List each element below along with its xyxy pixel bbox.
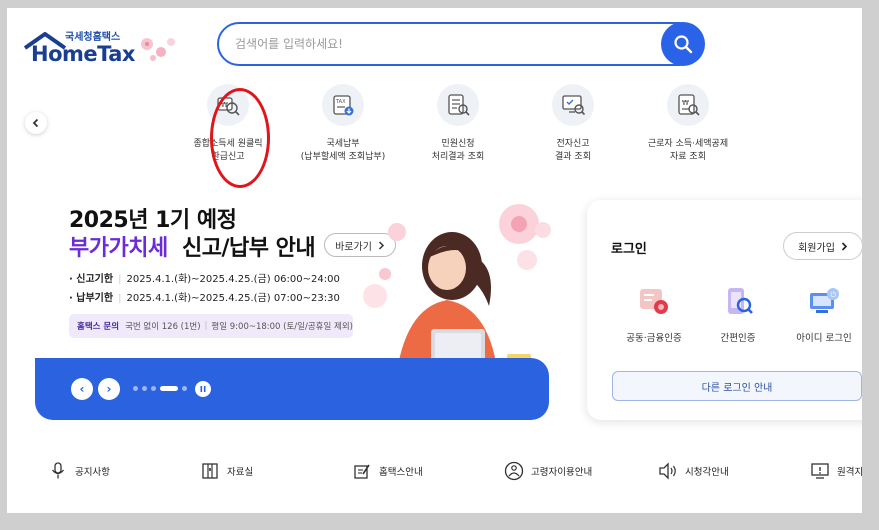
annotation-highlight-circle <box>210 88 270 188</box>
senior-icon <box>503 460 525 482</box>
chevron-right-icon <box>841 241 848 251</box>
contact-info: 홈택스 문의 국번 없이 126 (1번) | 평일 9:00~18:00 (토… <box>69 314 353 338</box>
payment-deadline-value: 2025.4.1.(화)~2025.4.25.(금) 07:00~23:30 <box>126 293 340 304</box>
electronic-filing-icon <box>552 84 594 126</box>
quick-menu-label: 국세납부 (납부할세액 조회납부) <box>300 139 386 162</box>
contact-title: 홈택스 문의 <box>77 322 120 332</box>
remote-icon <box>809 460 831 482</box>
chevron-right-icon: › <box>106 382 112 396</box>
logo-title: HomeTax <box>31 42 135 66</box>
bottom-menu-label: 원격지 <box>837 467 862 478</box>
search-icon <box>674 35 693 54</box>
archive-icon <box>199 460 221 482</box>
logo-subtitle: 국세청홈택스 <box>65 32 121 43</box>
quick-menu-item-efiling[interactable]: 전자신고 결과 조회 <box>518 84 628 164</box>
pagination-dot-active[interactable] <box>160 386 178 391</box>
bottom-menu-guide[interactable]: 홈택스안내 <box>351 460 423 482</box>
chevron-left-icon <box>32 118 39 128</box>
search-button[interactable] <box>661 22 705 66</box>
tax-payment-icon: TAX <box>322 84 364 126</box>
other-login-guide-button[interactable]: 다른 로그인 안내 <box>612 371 862 401</box>
search-box <box>217 22 701 66</box>
login-panel: 로그인 회원가입 공동·금융인증 간편인증 ⏻ 아이디 로그인 다른 로그인 안… <box>587 200 862 420</box>
payment-deadline-label: · 납부기한 <box>69 293 114 304</box>
certificate-icon <box>634 284 674 320</box>
id-login-icon: ⏻ <box>804 284 844 320</box>
bottom-menu-notice[interactable]: 공지사항 <box>47 460 110 482</box>
guide-icon <box>351 460 373 482</box>
mobile-auth-icon <box>718 284 758 320</box>
svg-text:⏻: ⏻ <box>831 291 837 299</box>
banner-title-highlight: 부가가치세 <box>69 236 168 261</box>
separator: | <box>118 293 122 304</box>
quick-menu-item-complaint[interactable]: 민원신청 처리결과 조회 <box>403 84 513 164</box>
separator: | <box>118 274 122 285</box>
bottom-menu-label: 공지사항 <box>75 467 110 478</box>
login-title: 로그인 <box>611 242 647 257</box>
other-login-label: 다른 로그인 안내 <box>701 382 773 394</box>
microphone-icon <box>47 460 69 482</box>
pagination-dot[interactable] <box>133 386 138 391</box>
bottom-menu-label: 고령자이용안내 <box>531 467 593 478</box>
login-option-label: 공동·금융인증 <box>626 333 682 344</box>
banner-pagination <box>133 386 187 391</box>
pagination-dot[interactable] <box>182 386 187 391</box>
filing-deadline-value: 2025.4.1.(화)~2025.4.25.(금) 06:00~24:00 <box>126 274 340 285</box>
speaker-icon <box>657 460 679 482</box>
bottom-menu-label: 홈택스안내 <box>379 467 423 478</box>
bottom-menu-label: 시청각안내 <box>685 467 729 478</box>
bottom-menu-accessibility[interactable]: 시청각안내 <box>657 460 729 482</box>
separator: | <box>204 321 208 331</box>
banner-title-rest: 신고/납부 안내 <box>182 236 316 261</box>
document-search-icon <box>437 84 479 126</box>
svg-text:₩: ₩ <box>682 99 689 107</box>
quick-menu-item-payment[interactable]: TAX 국세납부 (납부할세액 조회납부) <box>288 84 398 164</box>
bottom-menu-senior[interactable]: 고령자이용안내 <box>503 460 592 482</box>
quick-menu-item-deduction[interactable]: ₩ 근로자 소득·세액공제 자료 조회 <box>633 84 743 164</box>
hometax-page: 국세청홈택스 HomeTax ₩ 종합소득세 원클릭 환급신고 TA <box>7 8 862 513</box>
hometax-logo[interactable]: 국세청홈택스 HomeTax <box>23 28 183 72</box>
quick-menu-label: 전자신고 결과 조회 <box>555 139 591 162</box>
cherry-blossom-icon <box>141 38 175 61</box>
bottom-menu-label: 자료실 <box>227 467 254 478</box>
login-option-simple[interactable]: 간편인증 <box>693 284 783 344</box>
quick-menu-prev-button[interactable] <box>25 112 47 134</box>
pagination-dot[interactable] <box>142 386 147 391</box>
quick-menu-label: 민원신청 처리결과 조회 <box>431 139 485 162</box>
pagination-dot[interactable] <box>151 386 156 391</box>
bottom-menu-archive[interactable]: 자료실 <box>199 460 253 482</box>
banner-pause-button[interactable] <box>195 381 211 397</box>
chevron-left-icon: ‹ <box>79 382 85 396</box>
bottom-menu-remote[interactable]: 원격지 <box>809 460 862 482</box>
pause-icon <box>200 386 206 392</box>
login-option-certificate[interactable]: 공동·금융인증 <box>609 284 699 344</box>
login-option-id[interactable]: ⏻ 아이디 로그인 <box>779 284 862 344</box>
signup-button[interactable]: 회원가입 <box>783 232 862 260</box>
payment-deadline-row: · 납부기한 | 2025.4.1.(화)~2025.4.25.(금) 07:00~… <box>69 289 340 304</box>
banner-prev-button[interactable]: ‹ <box>71 378 93 400</box>
filing-deadline-row: · 신고기한 | 2025.4.1.(화)~2025.4.25.(금) 06:00~… <box>69 270 340 285</box>
deduction-data-icon: ₩ <box>667 84 709 126</box>
filing-deadline-label: · 신고기한 <box>69 274 114 285</box>
svg-text:TAX: TAX <box>335 99 346 105</box>
search-input[interactable] <box>235 33 655 55</box>
quick-menu-label: 근로자 소득·세액공제 자료 조회 <box>647 139 729 162</box>
login-option-label: 아이디 로그인 <box>796 333 852 344</box>
contact-phone: 국번 없이 126 (1번) <box>125 322 201 332</box>
signup-label: 회원가입 <box>798 242 835 254</box>
login-option-label: 간편인증 <box>720 333 756 344</box>
banner-next-button[interactable]: › <box>98 378 120 400</box>
contact-hours: 평일 9:00~18:00 (토/일/공휴일 제외) <box>211 322 353 332</box>
